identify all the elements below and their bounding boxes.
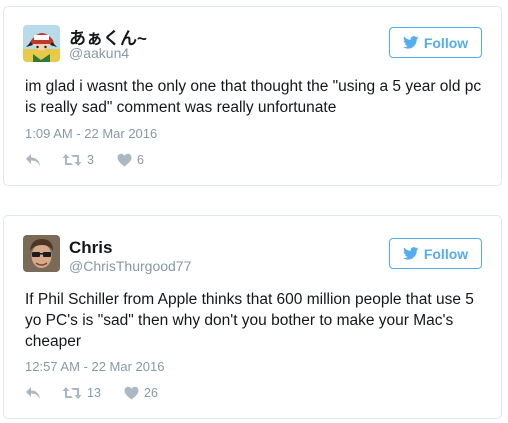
retweet-count: 13 — [87, 386, 101, 400]
retweet-icon — [62, 154, 82, 166]
reply-button[interactable] — [25, 386, 41, 400]
avatar[interactable] — [23, 235, 60, 272]
avatar[interactable] — [23, 25, 60, 62]
display-name[interactable]: Chris — [69, 238, 112, 258]
like-count: 26 — [144, 386, 158, 400]
tweet-text: If Phil Schiller from Apple thinks that … — [25, 291, 474, 350]
like-button[interactable]: 26 — [124, 386, 158, 400]
user-handle[interactable]: @aakun4 — [69, 45, 129, 61]
twitter-bird-icon — [402, 36, 419, 49]
retweet-button[interactable]: 13 — [62, 386, 101, 400]
follow-label: Follow — [423, 245, 469, 262]
follow-button[interactable]: Follow — [389, 27, 482, 58]
tweet-timestamp[interactable]: 1:09 AM - 22 Mar 2016 — [25, 126, 157, 141]
tweet-text: im glad i wasnt the only one that though… — [25, 78, 482, 116]
follow-label: Follow — [423, 34, 469, 51]
like-button[interactable]: 6 — [117, 153, 144, 167]
follow-button[interactable]: Follow — [389, 238, 482, 269]
like-count: 6 — [137, 153, 144, 167]
heart-icon — [124, 386, 139, 400]
tweet-card: Chris @ChrisThurgood77 Follow If Phil Sc… — [3, 215, 502, 419]
twitter-bird-icon — [402, 247, 419, 260]
reply-icon — [26, 154, 40, 166]
user-handle[interactable]: @ChrisThurgood77 — [69, 258, 191, 274]
reply-icon — [26, 387, 40, 399]
retweet-button[interactable]: 3 — [62, 153, 94, 167]
retweet-icon — [62, 387, 82, 399]
tweet-card: あぁくん~ @aakun4 Follow im glad i wasnt the… — [3, 6, 502, 186]
heart-icon — [117, 153, 132, 167]
tweet-timestamp[interactable]: 12:57 AM - 22 Mar 2016 — [25, 359, 164, 374]
retweet-count: 3 — [87, 153, 94, 167]
reply-button[interactable] — [25, 153, 41, 167]
